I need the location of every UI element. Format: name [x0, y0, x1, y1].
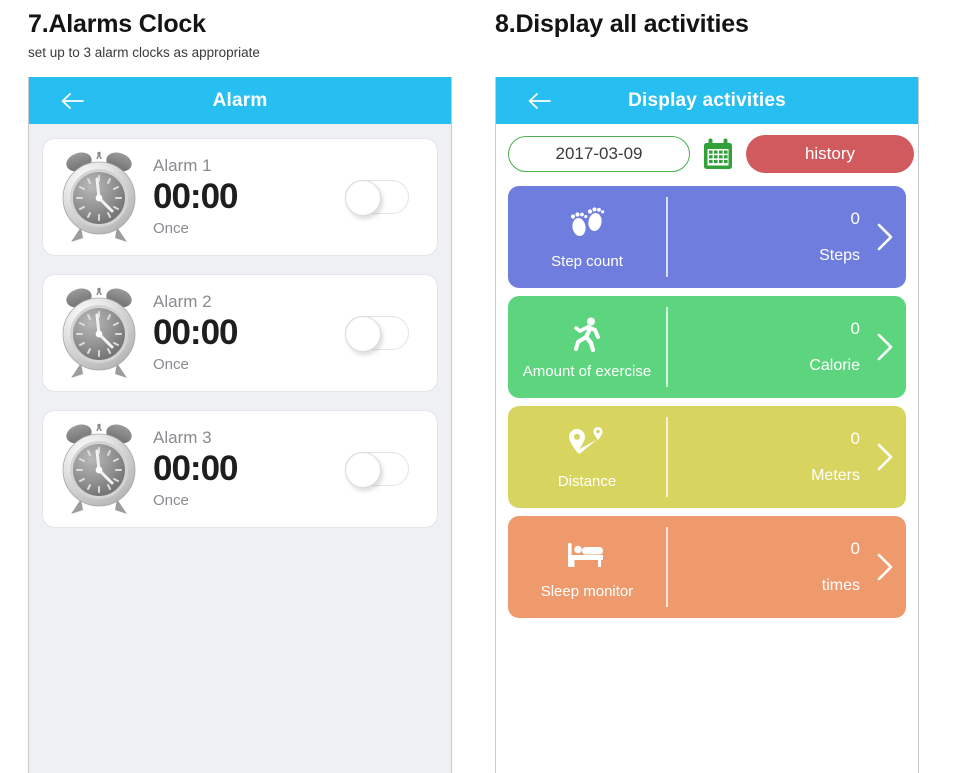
activity-unit: Calorie	[809, 357, 860, 375]
alarm-time[interactable]: 00:00	[153, 177, 239, 217]
alarm-name: Alarm 1	[153, 155, 212, 175]
alarm-phone-screen: Alarm Alarm 1 00:00 Once Alarm 2 00:00 O…	[28, 77, 452, 773]
alarm-time[interactable]: 00:00	[153, 313, 239, 353]
section-alarms-clock: 7.Alarms Clock set up to 3 alarm clocks …	[28, 0, 468, 773]
history-button[interactable]: history	[746, 135, 914, 173]
section-title-activities: 8.Display all activities	[495, 10, 749, 38]
activity-right-block: 0 Meters	[668, 406, 906, 508]
chevron-right-icon[interactable]	[872, 547, 898, 587]
section-title-alarms: 7.Alarms Clock	[28, 10, 206, 38]
alarm-time[interactable]: 00:00	[153, 449, 239, 489]
toggle-knob	[345, 180, 381, 216]
footprints-icon	[564, 205, 610, 245]
activity-left-block: Amount of exercise	[508, 296, 666, 398]
section-display-activities: 8.Display all activities Display activit…	[495, 0, 935, 773]
page-root: 7.Alarms Clock set up to 3 alarm clocks …	[0, 0, 960, 773]
activity-value: 0	[850, 428, 860, 448]
alarm-text-block: Alarm 1 00:00 Once	[153, 155, 239, 237]
activity-label: Distance	[557, 472, 617, 490]
alarm-repeat: Once	[153, 219, 189, 237]
activity-value: 0	[850, 538, 860, 558]
alarm-clock-icon	[57, 421, 141, 517]
calendar-icon[interactable]	[701, 137, 735, 171]
activity-label: Sleep monitor	[540, 582, 634, 600]
activity-left-block: Distance	[508, 406, 666, 508]
toggle-knob	[345, 452, 381, 488]
date-selection-row: 2017-03-09 history	[496, 124, 918, 184]
alarm-text-block: Alarm 2 00:00 Once	[153, 291, 239, 373]
alarm-card[interactable]: Alarm 3 00:00 Once	[42, 410, 438, 528]
activity-card-step-count[interactable]: Step count 0 Steps	[508, 186, 906, 288]
alarm-clock-icon	[57, 149, 141, 245]
activity-left-block: Sleep monitor	[508, 516, 666, 618]
alarm-toggle-switch[interactable]	[345, 316, 409, 352]
section-subtitle-activities	[495, 39, 935, 45]
activity-appbar-title: Display activities	[628, 89, 786, 111]
activity-list: Step count 0 Steps Amount of exercise 0 …	[496, 184, 918, 618]
alarm-appbar: Alarm	[29, 77, 451, 124]
alarm-toggle-switch[interactable]	[345, 452, 409, 488]
activity-right-block: 0 Steps	[668, 186, 906, 288]
section-subtitle-alarms: set up to 3 alarm clocks as appropriate	[28, 45, 260, 60]
back-arrow-icon[interactable]	[59, 90, 85, 112]
activity-appbar: Display activities	[496, 77, 918, 124]
activity-unit: times	[821, 577, 860, 595]
alarm-toggle-switch[interactable]	[345, 180, 409, 216]
activity-label: Step count	[551, 252, 623, 270]
chevron-right-icon[interactable]	[872, 217, 898, 257]
toggle-knob	[345, 316, 381, 352]
activity-value: 0	[850, 208, 860, 228]
bed-icon	[564, 535, 610, 575]
alarm-repeat: Once	[153, 355, 189, 373]
activity-value: 0	[850, 318, 860, 338]
activity-unit: Steps	[819, 247, 860, 265]
activity-card-sleep-monitor[interactable]: Sleep monitor 0 times	[508, 516, 906, 618]
alarm-appbar-title: Alarm	[212, 89, 268, 111]
activity-right-block: 0 Calorie	[668, 296, 906, 398]
activity-unit: Meters	[811, 467, 860, 485]
activity-label: Amount of exercise	[522, 362, 652, 380]
activity-right-block: 0 times	[668, 516, 906, 618]
alarm-text-block: Alarm 3 00:00 Once	[153, 427, 239, 509]
map-route-icon	[564, 425, 610, 465]
alarm-card[interactable]: Alarm 1 00:00 Once	[42, 138, 438, 256]
activity-phone-screen: Display activities 2017-03-09 history St…	[495, 77, 919, 773]
chevron-right-icon[interactable]	[872, 437, 898, 477]
date-input[interactable]: 2017-03-09	[508, 136, 690, 172]
alarm-clock-icon	[57, 285, 141, 381]
back-arrow-icon[interactable]	[526, 90, 552, 112]
alarm-card[interactable]: Alarm 2 00:00 Once	[42, 274, 438, 392]
alarm-name: Alarm 2	[153, 291, 212, 311]
alarm-name: Alarm 3	[153, 427, 212, 447]
activity-card-distance[interactable]: Distance 0 Meters	[508, 406, 906, 508]
alarm-repeat: Once	[153, 491, 189, 509]
alarm-list: Alarm 1 00:00 Once Alarm 2 00:00 Once Al…	[29, 124, 451, 528]
running-icon	[564, 315, 610, 355]
activity-left-block: Step count	[508, 186, 666, 288]
activity-card-amount-of-exercise[interactable]: Amount of exercise 0 Calorie	[508, 296, 906, 398]
chevron-right-icon[interactable]	[872, 327, 898, 367]
